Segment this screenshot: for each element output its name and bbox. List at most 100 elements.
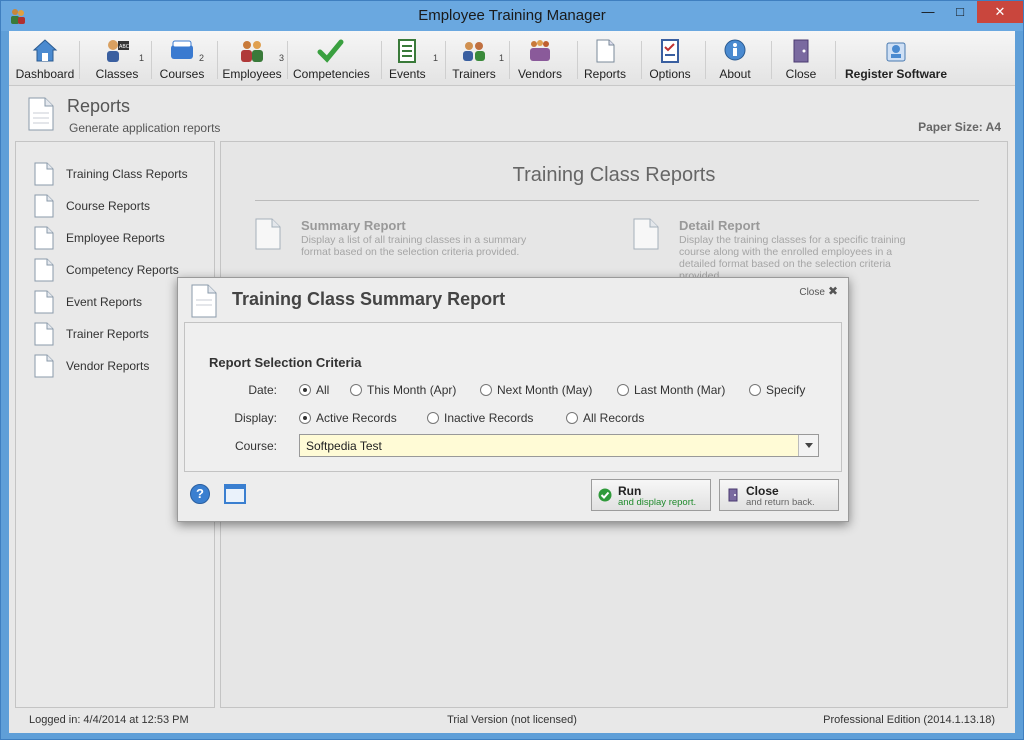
toolbar-close-button[interactable]: Close — [781, 37, 821, 83]
document-icon — [596, 39, 615, 63]
toolbar-separator — [705, 41, 706, 79]
status-edition: Professional Edition (2014.1.13.18) — [823, 714, 995, 726]
toolbar-register-button[interactable]: Register Software — [843, 37, 949, 83]
radio-dot — [427, 412, 439, 424]
toolbar-classes-button[interactable]: ABC Classes 1 — [89, 37, 145, 83]
toolbar-separator — [151, 41, 152, 79]
document-icon — [34, 162, 54, 186]
toolbar-employees-button[interactable]: Employees 3 — [221, 37, 285, 83]
reports-document-icon — [28, 97, 54, 131]
display-option-all[interactable]: All Records — [566, 410, 656, 426]
sidebar-item-label: Event Reports — [66, 295, 143, 309]
radio-label: This Month (Apr) — [367, 383, 457, 397]
toolbar-label: Close — [785, 67, 817, 81]
radio-dot — [299, 384, 311, 396]
toolbar-separator — [79, 41, 80, 79]
maximize-button[interactable]: □ — [945, 1, 975, 23]
toolbar-trainers-button[interactable]: Trainers 1 — [451, 37, 504, 83]
date-option-all[interactable]: All — [299, 382, 349, 398]
summary-report-description: Display a list of all training classes i… — [301, 234, 527, 258]
date-option-specify[interactable]: Specify — [749, 382, 819, 398]
document-icon — [34, 258, 54, 282]
summary-report-dialog: Training Class Summary Report Close ✖ Rep… — [177, 277, 849, 522]
toolbar-count: 1 — [139, 53, 145, 63]
title-bar: Employee Training Manager — □ ✕ — [1, 1, 1023, 31]
toolbar-label: About — [719, 67, 751, 81]
close-button[interactable]: Close and return back. — [719, 479, 839, 511]
toolbar-vendors-button[interactable]: Vendors — [517, 37, 563, 83]
people-icon — [241, 41, 263, 62]
date-label: Date: — [248, 383, 277, 397]
detail-report-description: Display the training classes for a speci… — [679, 234, 906, 282]
radio-label: Active Records — [316, 411, 397, 425]
course-select-value: Softpedia Test — [306, 439, 382, 453]
toolbar-about-button[interactable]: About — [713, 37, 757, 83]
radio-label: Next Month (May) — [497, 383, 593, 397]
toolbar-separator — [577, 41, 578, 79]
help-icon[interactable]: ? — [190, 484, 210, 504]
dialog-close-label: Close — [799, 287, 825, 298]
title-divider — [255, 200, 979, 201]
checkmark-icon — [317, 39, 344, 63]
run-button[interactable]: Run and display report. — [591, 479, 711, 511]
document-icon — [34, 226, 54, 250]
page-header: Reports Generate application reports Pap… — [9, 87, 1015, 137]
toolbar-count: 1 — [433, 53, 439, 63]
chevron-down-icon[interactable] — [798, 435, 818, 456]
radio-label: Specify — [766, 383, 806, 397]
radio-dot — [299, 412, 311, 424]
toolbar-courses-button[interactable]: Courses 2 — [157, 37, 207, 83]
display-label: Display: — [234, 411, 277, 425]
toolbar-separator — [217, 41, 218, 79]
date-option-this-month[interactable]: This Month (Apr) — [350, 382, 470, 398]
toolbar-separator — [509, 41, 510, 79]
toolbar-count: 3 — [279, 53, 285, 63]
toolbar-reports-button[interactable]: Reports — [583, 37, 627, 83]
sidebar-item-label: Vendor Reports — [66, 359, 150, 373]
page-title: Reports — [67, 96, 131, 116]
document-icon — [34, 290, 54, 314]
date-option-next-month[interactable]: Next Month (May) — [480, 382, 605, 398]
group-icon — [530, 40, 550, 61]
window-icon[interactable] — [224, 484, 246, 504]
toolbar-label: Options — [649, 67, 691, 81]
course-select[interactable]: Softpedia Test — [299, 434, 819, 457]
display-option-inactive[interactable]: Inactive Records — [427, 410, 547, 426]
toolbar-label: Reports — [583, 67, 627, 81]
toolbar-separator — [771, 41, 772, 79]
display-option-active[interactable]: Active Records — [299, 410, 409, 426]
run-button-label: Run — [618, 484, 642, 498]
app-window: Employee Training Manager — □ ✕ Dashboar… — [0, 0, 1024, 740]
clipboard-icon — [398, 39, 416, 63]
toolbar-separator — [287, 41, 288, 79]
radio-dot — [617, 384, 629, 396]
toolbar-competencies-button[interactable]: Competencies — [293, 37, 370, 83]
teacher-icon: ABC — [107, 40, 130, 62]
toolbar-separator — [445, 41, 446, 79]
radio-label: All — [316, 383, 330, 397]
summary-report-title: Summary Report — [301, 218, 406, 233]
toolbar-label: Classes — [95, 67, 139, 81]
dialog-title: Training Class Summary Report — [232, 289, 506, 309]
radio-label: Last Month (Mar) — [634, 383, 726, 397]
toolbar-dashboard-button[interactable]: Dashboard — [15, 37, 75, 83]
document-icon — [633, 218, 659, 250]
minimize-button[interactable]: — — [913, 1, 943, 23]
date-option-last-month[interactable]: Last Month (Mar) — [617, 382, 737, 398]
toolbar-label: Dashboard — [15, 67, 75, 81]
sidebar-item-label: Competency Reports — [66, 263, 179, 277]
toolbar-events-button[interactable]: Events 1 — [389, 37, 438, 83]
window-close-button[interactable]: ✕ — [977, 1, 1023, 23]
sidebar-item-label: Employee Reports — [66, 231, 165, 245]
door-icon — [728, 488, 738, 502]
radio-dot — [749, 384, 761, 396]
radio-dot — [480, 384, 492, 396]
checklist-icon — [661, 39, 679, 63]
radio-label: All Records — [583, 411, 645, 425]
trainers-icon — [463, 42, 485, 61]
dialog-close-link[interactable]: Close ✖ — [799, 284, 838, 298]
close-button-label: Close — [746, 484, 779, 498]
sidebar-item-label: Trainer Reports — [66, 327, 149, 341]
document-icon — [34, 354, 54, 378]
toolbar-options-button[interactable]: Options — [647, 37, 693, 83]
